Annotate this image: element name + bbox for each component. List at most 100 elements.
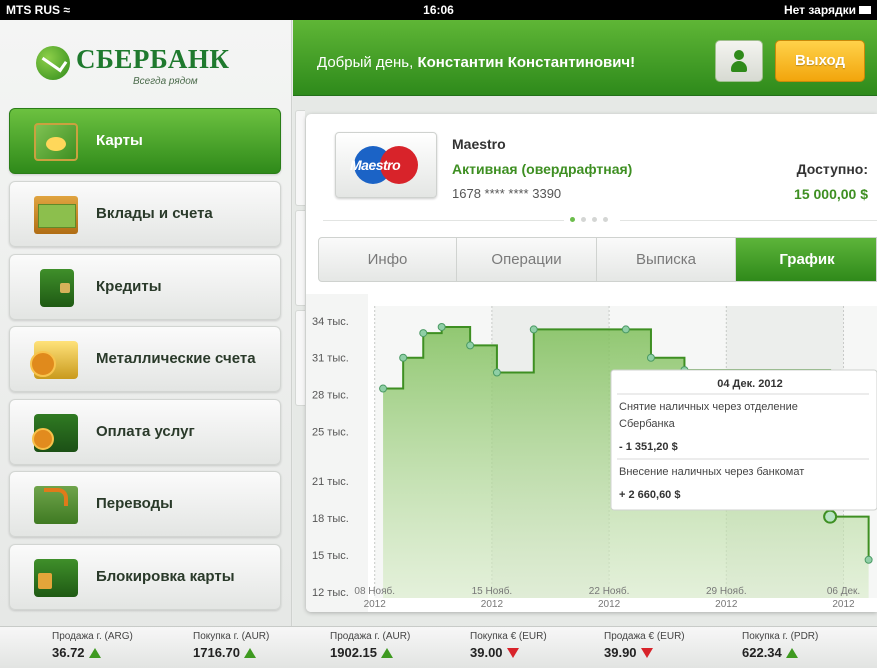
ticker-label: Продажа г. (ARG) — [52, 631, 133, 642]
card-detail-panel: Maestro Maestro Активная (овердрафтная) … — [306, 114, 877, 612]
card-status: Активная (овердрафтная) — [452, 161, 633, 177]
page-indicator[interactable] — [564, 216, 620, 224]
x-tick-label: 06 Дек. — [827, 586, 860, 597]
chart-data-point — [492, 368, 501, 377]
transfer-icon — [34, 486, 78, 524]
tooltip-entry-amount: - 1 351,20 $ — [619, 441, 678, 453]
deposit-icon — [34, 196, 78, 234]
trend-up-icon — [381, 648, 393, 658]
x-tick-label: 22 Нояб. — [589, 585, 630, 597]
sidebar-item-label: Металлические счета — [96, 350, 256, 367]
chart-data-point — [646, 353, 655, 362]
card-thumbnail[interactable]: Maestro — [335, 132, 437, 198]
greeting: Добрый день, Константин Константинович! — [317, 54, 635, 71]
y-tick-label: 34 тыс. — [312, 316, 349, 328]
y-tick-label: 15 тыс. — [312, 550, 349, 562]
sidebar-item-metal-accounts[interactable]: Металлические счета — [9, 326, 281, 392]
status-bar: MTS RUS ≈ 16:06 Нет зарядки — [0, 0, 877, 20]
ticker-item: Продажа г. (ARG) 36.72 — [52, 631, 133, 662]
lock-icon — [34, 559, 78, 597]
ticker-value: 39.90 — [604, 645, 637, 660]
gold-icon — [30, 341, 78, 379]
ticker-label: Продажа г. (AUR) — [330, 631, 411, 642]
tab-operations[interactable]: Операции — [457, 238, 597, 281]
trend-up-icon — [785, 648, 798, 658]
sidebar-item-credits[interactable]: Кредиты — [9, 254, 281, 320]
stacked-card-edge — [295, 310, 305, 406]
available-label: Доступно: — [796, 161, 868, 177]
card-name: Maestro — [452, 136, 506, 152]
balance-chart[interactable]: 34 тыс. 31 тыс. 28 тыс. 25 тыс. 21 тыс. 18 ты… — [306, 294, 877, 612]
user-icon — [731, 50, 747, 72]
sidebar-item-transfers[interactable]: Переводы — [9, 471, 281, 537]
chart-data-point — [864, 555, 873, 564]
main-content: Maestro Maestro Активная (овердрафтная) … — [293, 96, 877, 626]
ticker-item: Покупка г. (AUR) 1716.70 — [193, 631, 269, 662]
x-tick-label: 29 Нояб. — [706, 585, 747, 597]
x-tick-label: 08 Нояб. — [354, 585, 395, 597]
ticker-value: 1902.15 — [330, 645, 377, 660]
chart-data-point — [437, 322, 446, 331]
tab-statement[interactable]: Выписка — [597, 238, 736, 281]
chart-data-point — [379, 384, 388, 393]
page-dot — [603, 217, 608, 222]
tab-chart[interactable]: График — [736, 238, 876, 281]
logout-button[interactable]: Выход — [775, 40, 865, 82]
clock: 16:06 — [423, 3, 454, 17]
battery-status: Нет зарядки — [784, 3, 871, 17]
x-tick-year-label: 2012 — [364, 599, 387, 610]
tab-info[interactable]: Инфо — [319, 238, 457, 281]
ticker-label: Продажа € (EUR) — [604, 631, 685, 642]
sidebar-item-payments[interactable]: Оплата услуг — [9, 399, 281, 465]
sidebar-item-label: Вклады и счета — [96, 205, 213, 222]
ticker-label: Покупка € (EUR) — [470, 631, 547, 642]
trend-down-icon — [506, 648, 519, 658]
page-dot — [592, 217, 597, 222]
available-balance: 15 000,00 $ — [794, 186, 868, 202]
battery-icon — [859, 6, 871, 14]
trend-up-icon — [244, 648, 256, 658]
sidebar-item-label: Кредиты — [96, 278, 162, 295]
chart-data-point — [399, 353, 408, 362]
sidebar-item-label: Переводы — [96, 495, 173, 512]
tooltip-entry-description: Сбербанка — [619, 418, 676, 430]
y-tick-label: 21 тыс. — [312, 476, 349, 488]
balance-chart-svg[interactable]: 34 тыс. 31 тыс. 28 тыс. 25 тыс. 21 тыс. 18 ты… — [306, 294, 877, 612]
chart-data-point — [466, 341, 475, 350]
tooltip-entry-description: Внесение наличных через банкомат — [619, 466, 804, 478]
x-tick-label: 15 Нояб. — [472, 585, 513, 597]
brand-name: СБЕРБАНК — [76, 44, 230, 74]
page-dot — [581, 217, 586, 222]
card-number: 1678 **** **** 3390 — [452, 186, 562, 201]
user-name: Константин Константинович! — [417, 54, 636, 71]
tooltip-entry-amount: + 2 660,60 $ — [619, 489, 680, 501]
sidebar: СБЕРБАНК Всегда рядом Карты Вклады и сче… — [0, 20, 292, 626]
ticker-item: Покупка г. (PDR) 622.34 — [742, 631, 818, 662]
ticker-item: Продажа г. (AUR) 1902.15 — [330, 631, 410, 662]
page-dot-active — [570, 217, 575, 222]
ticker-item: Продажа € (EUR) 39.90 — [604, 631, 685, 662]
chart-selected-point — [823, 509, 838, 524]
greeting-text: Добрый день, — [317, 54, 414, 71]
trend-down-icon — [640, 648, 653, 658]
chart-data-point — [419, 329, 428, 338]
tooltip-date: 04 Дек. 2012 — [717, 378, 782, 390]
sberbank-logo-icon — [36, 46, 70, 80]
profile-button[interactable] — [715, 40, 763, 82]
chart-axis-background — [306, 294, 368, 612]
y-tick-label: 28 тыс. — [312, 390, 349, 402]
chart-data-point — [529, 325, 538, 334]
sidebar-item-cards[interactable]: Карты — [9, 108, 281, 174]
sidebar-item-label: Оплата услуг — [96, 423, 195, 440]
y-tick-label: 25 тыс. — [312, 427, 349, 439]
ticker-label: Покупка г. (AUR) — [193, 631, 270, 642]
payment-icon — [32, 414, 78, 452]
ticker-value: 1716.70 — [193, 645, 240, 660]
ticker-value: 622.34 — [742, 645, 782, 660]
card-tabs: Инфо Операции Выписка График — [318, 237, 877, 282]
x-tick-year-label: 2012 — [481, 599, 504, 610]
exchange-ticker: Продажа г. (ARG) 36.72 Покупка г. (AUR) … — [0, 626, 877, 668]
sidebar-item-deposits[interactable]: Вклады и счета — [9, 181, 281, 247]
sidebar-item-card-block[interactable]: Блокировка карты — [9, 544, 281, 610]
tooltip-entry-description: Снятие наличных через отделение — [619, 401, 798, 413]
